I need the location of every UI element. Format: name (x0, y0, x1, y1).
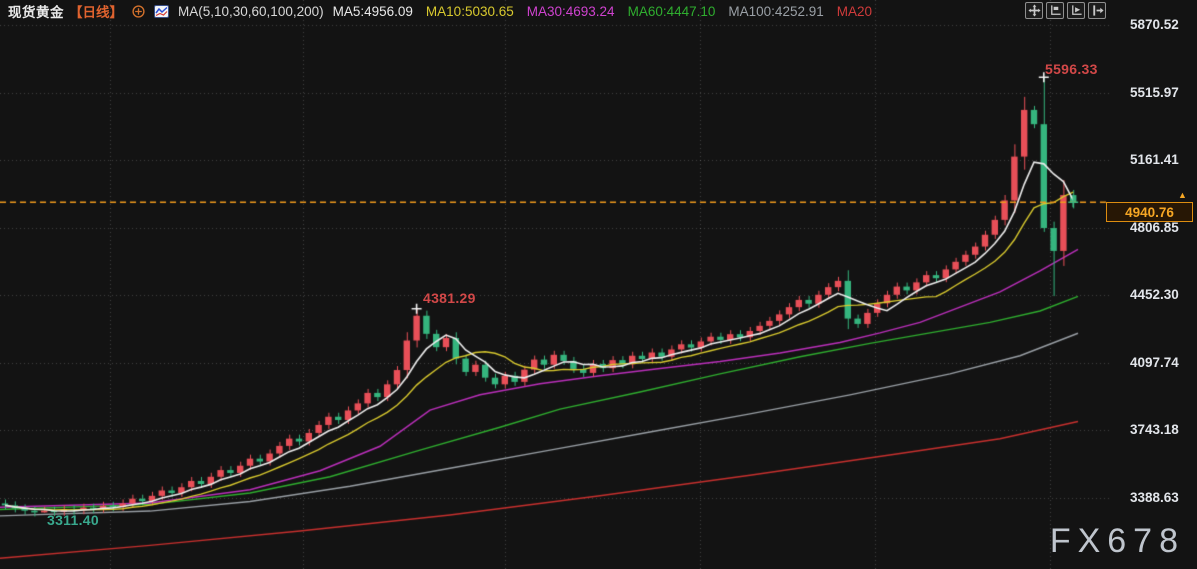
price-up-arrow-icon: ▲ (1178, 191, 1187, 200)
last-price-value: 4940.76 (1125, 205, 1174, 220)
axis-tick-label: 5870.52 (1130, 17, 1194, 33)
add-compare-icon[interactable] (132, 5, 145, 18)
price-annotation: 4381.29 (423, 290, 476, 306)
price-annotation: 5596.33 (1045, 61, 1098, 77)
pan-move-icon[interactable] (1025, 2, 1043, 19)
ma-settings-label[interactable]: MA(5,10,30,60,100,200) (178, 4, 324, 19)
ma-legend: MA5:4956.09 MA10:5030.65 MA30:4693.24 MA60:… (333, 4, 872, 19)
axis-tick-label: 4097.74 (1130, 355, 1194, 371)
chart-window: 现货黄金 【日线】 MA(5,10,30,60,100,200) MA5:495… (0, 0, 1197, 569)
timeframe-label: 【日线】 (69, 1, 123, 21)
price-chart-canvas[interactable] (0, 0, 1197, 569)
price-axis[interactable]: 5870.52 5515.97 5161.41 4806.85 4452.30 4097.… (1107, 0, 1197, 569)
ma-legend-item: MA20 (837, 4, 872, 19)
axis-tick-label: 4806.85 (1130, 220, 1194, 236)
ma-legend-item: MA60:4447.10 (628, 4, 716, 19)
axis-tick-label: 4452.30 (1130, 287, 1194, 303)
ma-legend-item: MA100:4252.91 (728, 4, 823, 19)
axis-tick-label: 3388.63 (1130, 490, 1194, 506)
axis-scale-left-icon[interactable] (1046, 2, 1064, 19)
ma-legend-item: MA5:4956.09 (333, 4, 413, 19)
axis-tick-label: 5515.97 (1130, 85, 1194, 101)
ma-legend-item: MA30:4693.24 (527, 4, 615, 19)
goto-latest-icon[interactable] (1088, 2, 1106, 19)
axis-scale-play-icon[interactable] (1067, 2, 1085, 19)
chart-style-icon[interactable] (154, 5, 169, 18)
axis-tick-label: 5161.41 (1130, 152, 1194, 168)
axis-tick-label: 3743.18 (1130, 422, 1194, 438)
last-price-tag: 4940.76 (1106, 202, 1193, 222)
chart-header: 现货黄金 【日线】 MA(5,10,30,60,100,200) MA5:495… (8, 2, 872, 20)
ma-legend-item: MA10:5030.65 (426, 4, 514, 19)
symbol-title: 现货黄金 (8, 1, 64, 21)
chart-toolbar (1025, 2, 1106, 19)
price-annotation: 3311.40 (47, 512, 99, 528)
